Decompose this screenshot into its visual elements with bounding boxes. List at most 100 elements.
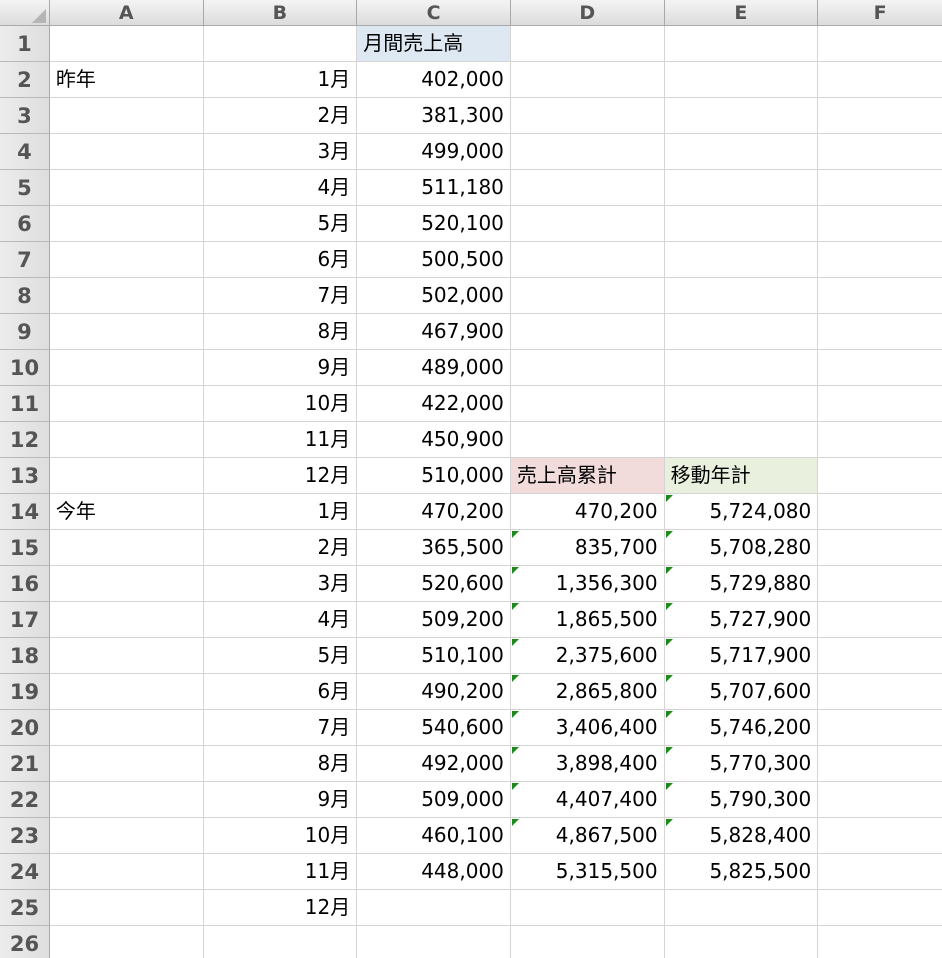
cell-b21[interactable]: 8月 bbox=[203, 746, 358, 782]
cell-c7[interactable]: 500,500 bbox=[357, 242, 511, 278]
cell-e10[interactable] bbox=[664, 350, 819, 386]
cell-e1[interactable] bbox=[664, 26, 819, 62]
cell-e17[interactable]: 5,727,900 bbox=[664, 602, 819, 638]
cell-f25[interactable] bbox=[818, 890, 942, 926]
cell-c9[interactable]: 467,900 bbox=[357, 314, 511, 350]
cell-a20[interactable] bbox=[49, 710, 204, 746]
cell-f7[interactable] bbox=[818, 242, 942, 278]
cell-c3[interactable]: 381,300 bbox=[357, 98, 511, 134]
cell-f24[interactable] bbox=[818, 854, 942, 890]
cell-d5[interactable] bbox=[510, 170, 665, 206]
cell-a10[interactable] bbox=[49, 350, 204, 386]
cell-d24[interactable]: 5,315,500 bbox=[510, 854, 665, 890]
cell-b10[interactable]: 9月 bbox=[203, 350, 358, 386]
cell-c11[interactable]: 422,000 bbox=[357, 386, 511, 422]
cell-d9[interactable] bbox=[510, 314, 665, 350]
cell-b23[interactable]: 10月 bbox=[203, 818, 358, 854]
cell-c8[interactable]: 502,000 bbox=[357, 278, 511, 314]
cell-e18[interactable]: 5,717,900 bbox=[664, 638, 819, 674]
cell-c13[interactable]: 510,000 bbox=[357, 458, 511, 494]
cell-a19[interactable] bbox=[49, 674, 204, 710]
column-header-b[interactable]: B bbox=[204, 0, 358, 26]
cell-e15[interactable]: 5,708,280 bbox=[664, 530, 819, 566]
cell-c2[interactable]: 402,000 bbox=[357, 62, 511, 98]
row-header[interactable]: 21 bbox=[0, 746, 50, 782]
cell-d10[interactable] bbox=[510, 350, 665, 386]
cell-f13[interactable] bbox=[818, 458, 942, 494]
cell-d20[interactable]: 3,406,400 bbox=[510, 710, 665, 746]
cell-b8[interactable]: 7月 bbox=[203, 278, 358, 314]
cell-a4[interactable] bbox=[49, 134, 204, 170]
cell-a11[interactable] bbox=[49, 386, 204, 422]
cell-f23[interactable] bbox=[818, 818, 942, 854]
cell-b13[interactable]: 12月 bbox=[203, 458, 358, 494]
cell-f26[interactable] bbox=[818, 926, 942, 958]
cell-c5[interactable]: 511,180 bbox=[357, 170, 511, 206]
cell-c22[interactable]: 509,000 bbox=[357, 782, 511, 818]
cell-b11[interactable]: 10月 bbox=[203, 386, 358, 422]
cell-d13[interactable]: 売上高累計 bbox=[510, 458, 665, 494]
cell-d14[interactable]: 470,200 bbox=[510, 494, 665, 530]
cell-c18[interactable]: 510,100 bbox=[357, 638, 511, 674]
cell-d2[interactable] bbox=[510, 62, 665, 98]
cell-f3[interactable] bbox=[818, 98, 942, 134]
cell-b22[interactable]: 9月 bbox=[203, 782, 358, 818]
cell-b14[interactable]: 1月 bbox=[203, 494, 358, 530]
cell-c24[interactable]: 448,000 bbox=[357, 854, 511, 890]
cell-e2[interactable] bbox=[664, 62, 819, 98]
cell-f19[interactable] bbox=[818, 674, 942, 710]
cell-e4[interactable] bbox=[664, 134, 819, 170]
row-header[interactable]: 15 bbox=[0, 530, 50, 566]
cell-d22[interactable]: 4,407,400 bbox=[510, 782, 665, 818]
cell-a8[interactable] bbox=[49, 278, 204, 314]
cell-a25[interactable] bbox=[49, 890, 204, 926]
cell-e20[interactable]: 5,746,200 bbox=[664, 710, 819, 746]
cell-f12[interactable] bbox=[818, 422, 942, 458]
cell-b4[interactable]: 3月 bbox=[203, 134, 358, 170]
cell-b17[interactable]: 4月 bbox=[203, 602, 358, 638]
cell-d19[interactable]: 2,865,800 bbox=[510, 674, 665, 710]
row-header[interactable]: 20 bbox=[0, 710, 50, 746]
cell-c16[interactable]: 520,600 bbox=[357, 566, 511, 602]
cell-a15[interactable] bbox=[49, 530, 204, 566]
cell-e25[interactable] bbox=[664, 890, 819, 926]
cell-a21[interactable] bbox=[49, 746, 204, 782]
cell-e19[interactable]: 5,707,600 bbox=[664, 674, 819, 710]
cell-f9[interactable] bbox=[818, 314, 942, 350]
cell-c23[interactable]: 460,100 bbox=[357, 818, 511, 854]
cell-e7[interactable] bbox=[664, 242, 819, 278]
row-header[interactable]: 13 bbox=[0, 458, 50, 494]
cell-f4[interactable] bbox=[818, 134, 942, 170]
cell-b2[interactable]: 1月 bbox=[203, 62, 358, 98]
row-header[interactable]: 5 bbox=[0, 170, 50, 206]
cell-a7[interactable] bbox=[49, 242, 204, 278]
cell-e6[interactable] bbox=[664, 206, 819, 242]
row-header[interactable]: 11 bbox=[0, 386, 50, 422]
cell-d21[interactable]: 3,898,400 bbox=[510, 746, 665, 782]
cell-f11[interactable] bbox=[818, 386, 942, 422]
cell-d18[interactable]: 2,375,600 bbox=[510, 638, 665, 674]
row-header[interactable]: 1 bbox=[0, 26, 50, 62]
cell-e26[interactable] bbox=[665, 926, 819, 958]
cell-a23[interactable] bbox=[49, 818, 204, 854]
cell-a1[interactable] bbox=[49, 26, 204, 62]
cell-a16[interactable] bbox=[49, 566, 204, 602]
row-header[interactable]: 23 bbox=[0, 818, 50, 854]
cell-c20[interactable]: 540,600 bbox=[357, 710, 511, 746]
cell-a9[interactable] bbox=[49, 314, 204, 350]
cell-a13[interactable] bbox=[49, 458, 204, 494]
cell-c17[interactable]: 509,200 bbox=[357, 602, 511, 638]
cell-b9[interactable]: 8月 bbox=[203, 314, 358, 350]
cell-c21[interactable]: 492,000 bbox=[357, 746, 511, 782]
cell-d1[interactable] bbox=[510, 26, 665, 62]
cell-e9[interactable] bbox=[664, 314, 819, 350]
cell-a17[interactable] bbox=[49, 602, 204, 638]
cell-b1[interactable] bbox=[203, 26, 358, 62]
cell-e22[interactable]: 5,790,300 bbox=[664, 782, 819, 818]
row-header[interactable]: 2 bbox=[0, 62, 50, 98]
cell-f15[interactable] bbox=[818, 530, 942, 566]
cell-b26[interactable] bbox=[204, 926, 358, 958]
cell-b3[interactable]: 2月 bbox=[203, 98, 358, 134]
cell-b5[interactable]: 4月 bbox=[203, 170, 358, 206]
cell-e8[interactable] bbox=[664, 278, 819, 314]
